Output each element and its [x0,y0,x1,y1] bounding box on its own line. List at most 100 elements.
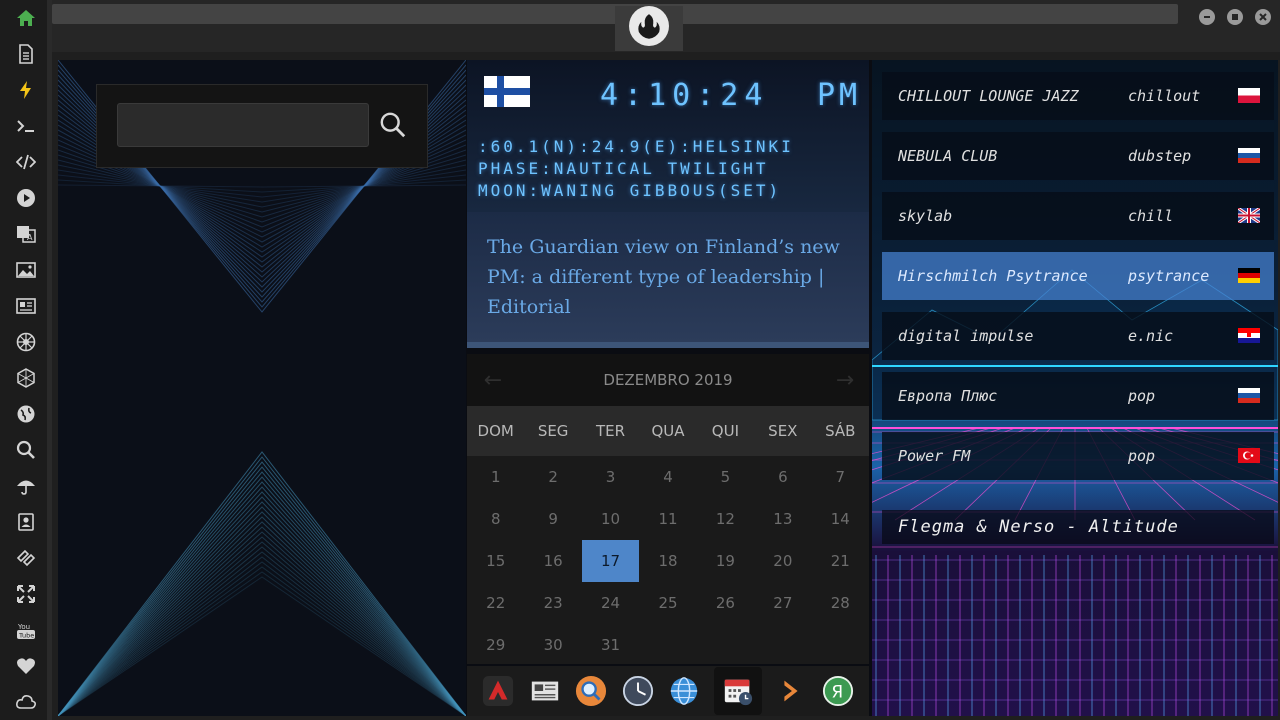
close-button[interactable] [1255,9,1271,25]
calendar-day[interactable]: 20 [754,540,811,582]
logo-tab[interactable] [615,6,683,51]
calendar-day[interactable]: 31 [582,624,639,666]
code-icon[interactable] [12,148,40,176]
calendar-app-icon[interactable] [713,667,762,715]
weekday-label: QUI [711,422,739,440]
calendar-day[interactable]: 25 [639,582,696,624]
yandex-app-icon[interactable]: Я [821,674,855,708]
calendar-day[interactable]: 10 [582,498,639,540]
red-arrow-app-icon[interactable] [481,674,515,708]
station-row[interactable]: digital impulse e.nic [882,312,1274,360]
calendar-day[interactable]: 27 [754,582,811,624]
calendar-day[interactable]: 16 [524,540,581,582]
calendar-day[interactable]: 24 [582,582,639,624]
expand-icon[interactable] [12,580,40,608]
calendar-day[interactable]: 12 [697,498,754,540]
search-icon[interactable] [12,436,40,464]
calendar-next-button[interactable]: → [831,366,859,394]
calendar-day[interactable]: 23 [524,582,581,624]
lightning-icon[interactable] [12,76,40,104]
search-input[interactable] [117,103,369,147]
news-widget: The Guardian view on Finland’s new PM: a… [467,212,869,344]
hexagon-icon[interactable] [12,364,40,392]
image-icon[interactable] [12,256,40,284]
rebel-alliance-icon [629,6,669,46]
calendar-day[interactable]: 4 [639,456,696,498]
search-button[interactable] [375,107,411,143]
youtube-icon[interactable]: You Tube [12,616,40,644]
svg-text:A: A [27,233,33,242]
calendar-day[interactable]: 3 [582,456,639,498]
tags-icon[interactable] [12,544,40,572]
calendar-day[interactable]: 18 [639,540,696,582]
station-row[interactable]: skylab chill [882,192,1274,240]
station-genre: pop [1128,447,1156,465]
calendar-day[interactable]: 9 [524,498,581,540]
app-dock: Я [467,666,869,716]
news-headline[interactable]: The Guardian view on Finland’s new PM: a… [487,232,847,322]
next-app-icon[interactable] [774,674,808,708]
search-app-icon[interactable] [574,674,608,708]
sidebar: A You Tube [0,0,52,720]
clock-time: 4:10:24 [600,78,769,113]
calendar-day[interactable]: 7 [812,456,869,498]
search-icon [380,112,406,138]
document-icon[interactable] [12,40,40,68]
calendar-day[interactable]: 13 [754,498,811,540]
clock-location: :60.1(N):24.9(E):HELSINKI [478,137,794,156]
clock-moon: MOON:WANING GIBBOUS(SET) [478,181,782,200]
weekday-label: SÁB [825,422,856,440]
station-name: skylab [898,207,953,225]
calendar-day[interactable]: 29 [467,624,524,666]
calendar-day[interactable]: 2 [524,456,581,498]
station-name: NEBULA CLUB [898,147,998,165]
weekday-label: SEG [537,422,569,440]
umbrella-icon[interactable] [12,472,40,500]
calendar-day[interactable]: 26 [697,582,754,624]
calendar-day[interactable]: 17 [581,540,640,582]
calendar-day[interactable]: 15 [467,540,524,582]
translate-icon[interactable]: A [12,220,40,248]
terminal-icon[interactable] [12,112,40,140]
news-icon[interactable] [12,292,40,320]
maximize-button[interactable] [1227,9,1243,25]
calendar-prev-button[interactable]: ← [479,366,507,394]
calendar-day[interactable]: 5 [697,456,754,498]
calendar-day[interactable]: 21 [812,540,869,582]
station-row[interactable]: Hirschmilch Psytrance psytrance [882,252,1274,300]
minimize-button[interactable] [1199,9,1215,25]
globe-icon[interactable] [12,400,40,428]
calendar: DEZEMBRO 2019 ← → DOM SEG TER QUA QUI SE… [467,354,869,664]
station-genre: pop [1128,387,1156,405]
sidebar-scrollbar[interactable] [47,0,52,720]
calendar-day[interactable]: 8 [467,498,524,540]
calendar-day[interactable]: 22 [467,582,524,624]
play-icon[interactable] [12,184,40,212]
station-row[interactable]: CHILLOUT LOUNGE JAZZ chillout [882,72,1274,120]
globe-app-icon[interactable] [667,674,701,708]
top-bar [52,0,1280,52]
calendar-day[interactable]: 14 [812,498,869,540]
home-icon[interactable] [12,4,40,32]
station-name: Power FM [898,447,971,465]
calendar-day[interactable]: 11 [639,498,696,540]
calendar-day[interactable]: 28 [812,582,869,624]
imperial-icon[interactable] [12,328,40,356]
clock-app-icon[interactable] [621,674,655,708]
calendar-weekdays: DOM SEG TER QUA QUI SEX SÁB [467,406,869,456]
croatia-flag [1238,328,1260,343]
station-row[interactable]: NEBULA CLUB dubstep [882,132,1274,180]
station-row[interactable]: Европа Плюс pop [882,372,1274,420]
radio-station-list: CHILLOUT LOUNGE JAZZ chillout NEBULA CLUB d… [872,60,1278,716]
calendar-day[interactable]: 19 [697,540,754,582]
cloud-icon[interactable] [12,688,40,716]
news-progress-bar [467,342,869,348]
calendar-day[interactable]: 6 [754,456,811,498]
contacts-icon[interactable] [12,508,40,536]
weekday-label: DOM [477,422,514,440]
calendar-day[interactable]: 30 [524,624,581,666]
station-row[interactable]: Power FM pop [882,432,1274,480]
newspaper-app-icon[interactable] [528,674,562,708]
heart-icon[interactable] [12,652,40,680]
calendar-day[interactable]: 1 [467,456,524,498]
